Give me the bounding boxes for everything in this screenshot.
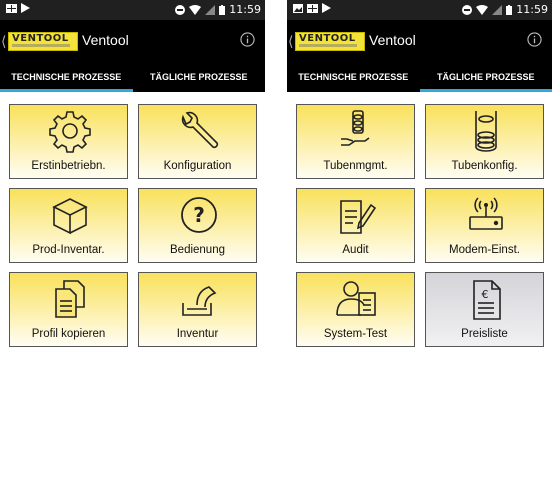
- tile-bedienung[interactable]: ? Bedienung: [138, 188, 257, 263]
- status-bar: 11:59: [0, 0, 265, 20]
- status-time: 11:59: [229, 3, 261, 16]
- tab-bar: TECHNISCHE PROZESSE TÄGLICHE PROZESSE: [287, 64, 552, 92]
- question-icon: ?: [181, 197, 217, 233]
- play-store-icon: [21, 3, 30, 13]
- wrench-icon: [181, 111, 219, 149]
- tile-label: Konfiguration: [163, 160, 232, 172]
- signal-icon: [205, 4, 216, 15]
- tile-label: Audit: [342, 244, 369, 256]
- tile-erstinbetriebnahme[interactable]: Erstinbetriebn.: [9, 104, 128, 179]
- dnd-icon: [462, 4, 473, 15]
- tab-technische-prozesse[interactable]: TECHNISCHE PROZESSE: [0, 64, 133, 92]
- tile-label: Prod-Inventar.: [32, 244, 105, 256]
- notification-icon: [6, 3, 17, 13]
- document-pen-icon: [340, 200, 377, 234]
- tile-prod-inventar[interactable]: Prod-Inventar.: [9, 188, 128, 263]
- status-bar: 11:59: [287, 0, 552, 20]
- pour-container-icon: [182, 286, 217, 316]
- tile-modem-einst[interactable]: Modem-Einst.: [425, 188, 544, 263]
- tile-label: Tubenmgmt.: [323, 160, 388, 172]
- screen-technische-prozesse: 11:59 ⟨ VENTOOL Ventool TECHNISCHE PROZE…: [0, 0, 265, 486]
- tile-system-test[interactable]: System-Test: [296, 272, 415, 347]
- tile-label: Preisliste: [461, 328, 508, 340]
- tile-label: Tubenkonfig.: [451, 160, 518, 172]
- tube-hand-icon: [341, 110, 370, 146]
- tile-tubenkonfig[interactable]: Tubenkonfig.: [425, 104, 544, 179]
- ventool-logo: VENTOOL: [295, 32, 365, 51]
- svg-text:?: ?: [193, 203, 205, 227]
- ventool-logo: VENTOOL: [8, 32, 78, 51]
- screen-taegliche-prozesse: 11:59 ⟨ VENTOOL Ventool TECHNISCHE PROZE…: [287, 0, 552, 486]
- tile-preisliste[interactable]: € Preisliste: [425, 272, 544, 347]
- info-icon[interactable]: [240, 32, 255, 47]
- info-icon[interactable]: [527, 32, 542, 47]
- tile-label: Inventur: [176, 328, 219, 340]
- status-time: 11:59: [516, 3, 548, 16]
- person-document-icon: [336, 281, 376, 316]
- wifi-icon: [476, 4, 489, 15]
- tile-inventur[interactable]: Inventur: [138, 272, 257, 347]
- tile-konfiguration[interactable]: Konfiguration: [138, 104, 257, 179]
- tile-audit[interactable]: Audit: [296, 188, 415, 263]
- modem-icon: [469, 197, 503, 230]
- tile-label: Modem-Einst.: [449, 244, 520, 256]
- battery-icon: [219, 4, 226, 15]
- tile-label: Profil kopieren: [31, 328, 106, 340]
- tile-profil-kopieren[interactable]: Profil kopieren: [9, 272, 128, 347]
- notification-icon: [307, 3, 318, 13]
- app-bar: ⟨ VENTOOL Ventool: [287, 20, 552, 64]
- back-arrow-icon[interactable]: ⟨: [288, 33, 293, 50]
- play-store-icon: [322, 3, 331, 13]
- back-arrow-icon[interactable]: ⟨: [1, 33, 6, 50]
- tile-label: Erstinbetriebn.: [31, 160, 106, 172]
- svg-text:€: €: [482, 288, 489, 301]
- tab-taegliche-prozesse[interactable]: TÄGLICHE PROZESSE: [419, 64, 552, 92]
- tile-label: System-Test: [323, 328, 388, 340]
- tube-coins-icon: [475, 111, 497, 152]
- wifi-icon: [189, 4, 202, 15]
- tab-technische-prozesse[interactable]: TECHNISCHE PROZESSE: [287, 64, 420, 92]
- tab-bar: TECHNISCHE PROZESSE TÄGLICHE PROZESSE: [0, 64, 265, 92]
- box-icon: [52, 198, 88, 235]
- gear-icon: [49, 111, 91, 153]
- tile-label: Bedienung: [170, 244, 225, 256]
- image-icon: [293, 3, 303, 13]
- battery-icon: [506, 4, 513, 15]
- app-title: Ventool: [369, 32, 416, 48]
- app-bar: ⟨ VENTOOL Ventool: [0, 20, 265, 64]
- tile-tubenmgmt[interactable]: Tubenmgmt.: [296, 104, 415, 179]
- dnd-icon: [175, 4, 186, 15]
- tab-taegliche-prozesse[interactable]: TÄGLICHE PROZESSE: [133, 64, 266, 92]
- euro-document-icon: €: [473, 280, 501, 320]
- copy-documents-icon: [55, 280, 85, 318]
- app-title: Ventool: [82, 32, 129, 48]
- signal-icon: [492, 4, 503, 15]
